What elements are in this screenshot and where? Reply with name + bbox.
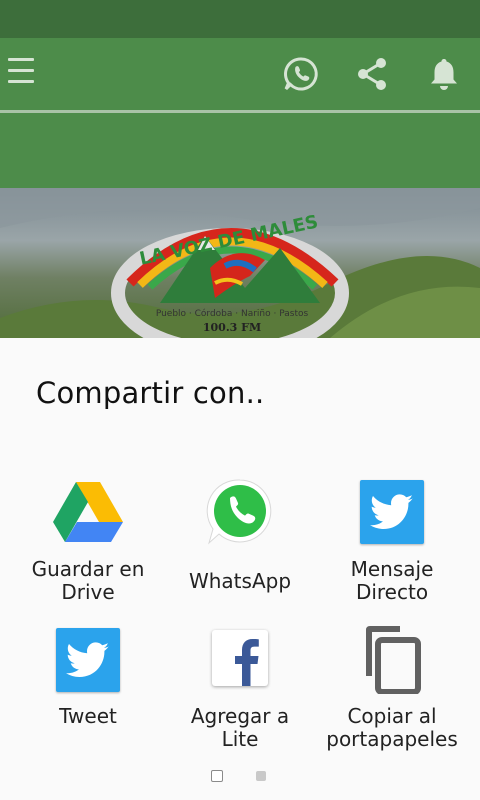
share-option-drive[interactable]: Guardar en Drive bbox=[8, 478, 168, 608]
hamburger-menu-icon[interactable] bbox=[8, 58, 34, 90]
share-sheet: Compartir con.. Guardar en Drive WhatsAp… bbox=[0, 338, 480, 800]
share-sheet-title: Compartir con.. bbox=[36, 376, 265, 410]
google-drive-icon bbox=[53, 482, 123, 542]
bell-icon[interactable] bbox=[426, 56, 462, 92]
share-option-direct-message[interactable]: Mensaje Directo bbox=[312, 478, 472, 608]
whatsapp-icon bbox=[206, 479, 272, 545]
share-option-label: Lite bbox=[221, 727, 259, 751]
station-banner: 100.3 FM LA VOZ DE MALES Pueblo · Córdob… bbox=[0, 188, 480, 338]
share-option-tweet[interactable]: Tweet bbox=[8, 626, 168, 746]
app-bar bbox=[0, 38, 480, 110]
share-option-whatsapp[interactable]: WhatsApp bbox=[160, 478, 320, 608]
page-indicator bbox=[0, 770, 480, 784]
page-dot-active[interactable] bbox=[211, 770, 223, 782]
share-option-label: Tweet bbox=[59, 704, 117, 728]
share-option-label: Agregar a bbox=[190, 704, 290, 728]
share-option-label: Guardar en bbox=[31, 557, 145, 581]
share-option-copy[interactable]: Copiar al portapapeles bbox=[312, 626, 472, 751]
share-icon[interactable] bbox=[354, 56, 390, 92]
copy-icon bbox=[366, 626, 421, 694]
header-band bbox=[0, 113, 480, 188]
facebook-icon bbox=[212, 630, 268, 686]
station-logo: 100.3 FM LA VOZ DE MALES Pueblo · Córdob… bbox=[0, 188, 480, 338]
share-option-label: WhatsApp bbox=[188, 569, 292, 593]
share-option-label: Copiar al bbox=[347, 704, 437, 728]
whatsapp-icon[interactable] bbox=[283, 56, 319, 92]
share-option-label: Drive bbox=[61, 580, 115, 604]
page-dot[interactable] bbox=[256, 771, 266, 781]
logo-ribbon: Pueblo · Córdoba · Nariño · Pastos bbox=[156, 308, 309, 319]
twitter-icon bbox=[360, 480, 424, 544]
share-option-facebook-lite[interactable]: Agregar a Lite bbox=[160, 626, 320, 751]
share-option-label: Mensaje bbox=[350, 557, 434, 581]
status-bar bbox=[0, 0, 480, 38]
share-option-label: Directo bbox=[355, 580, 429, 604]
share-option-label: portapapeles bbox=[326, 727, 458, 751]
logo-frequency: 100.3 FM bbox=[203, 321, 261, 334]
twitter-icon bbox=[56, 628, 120, 692]
